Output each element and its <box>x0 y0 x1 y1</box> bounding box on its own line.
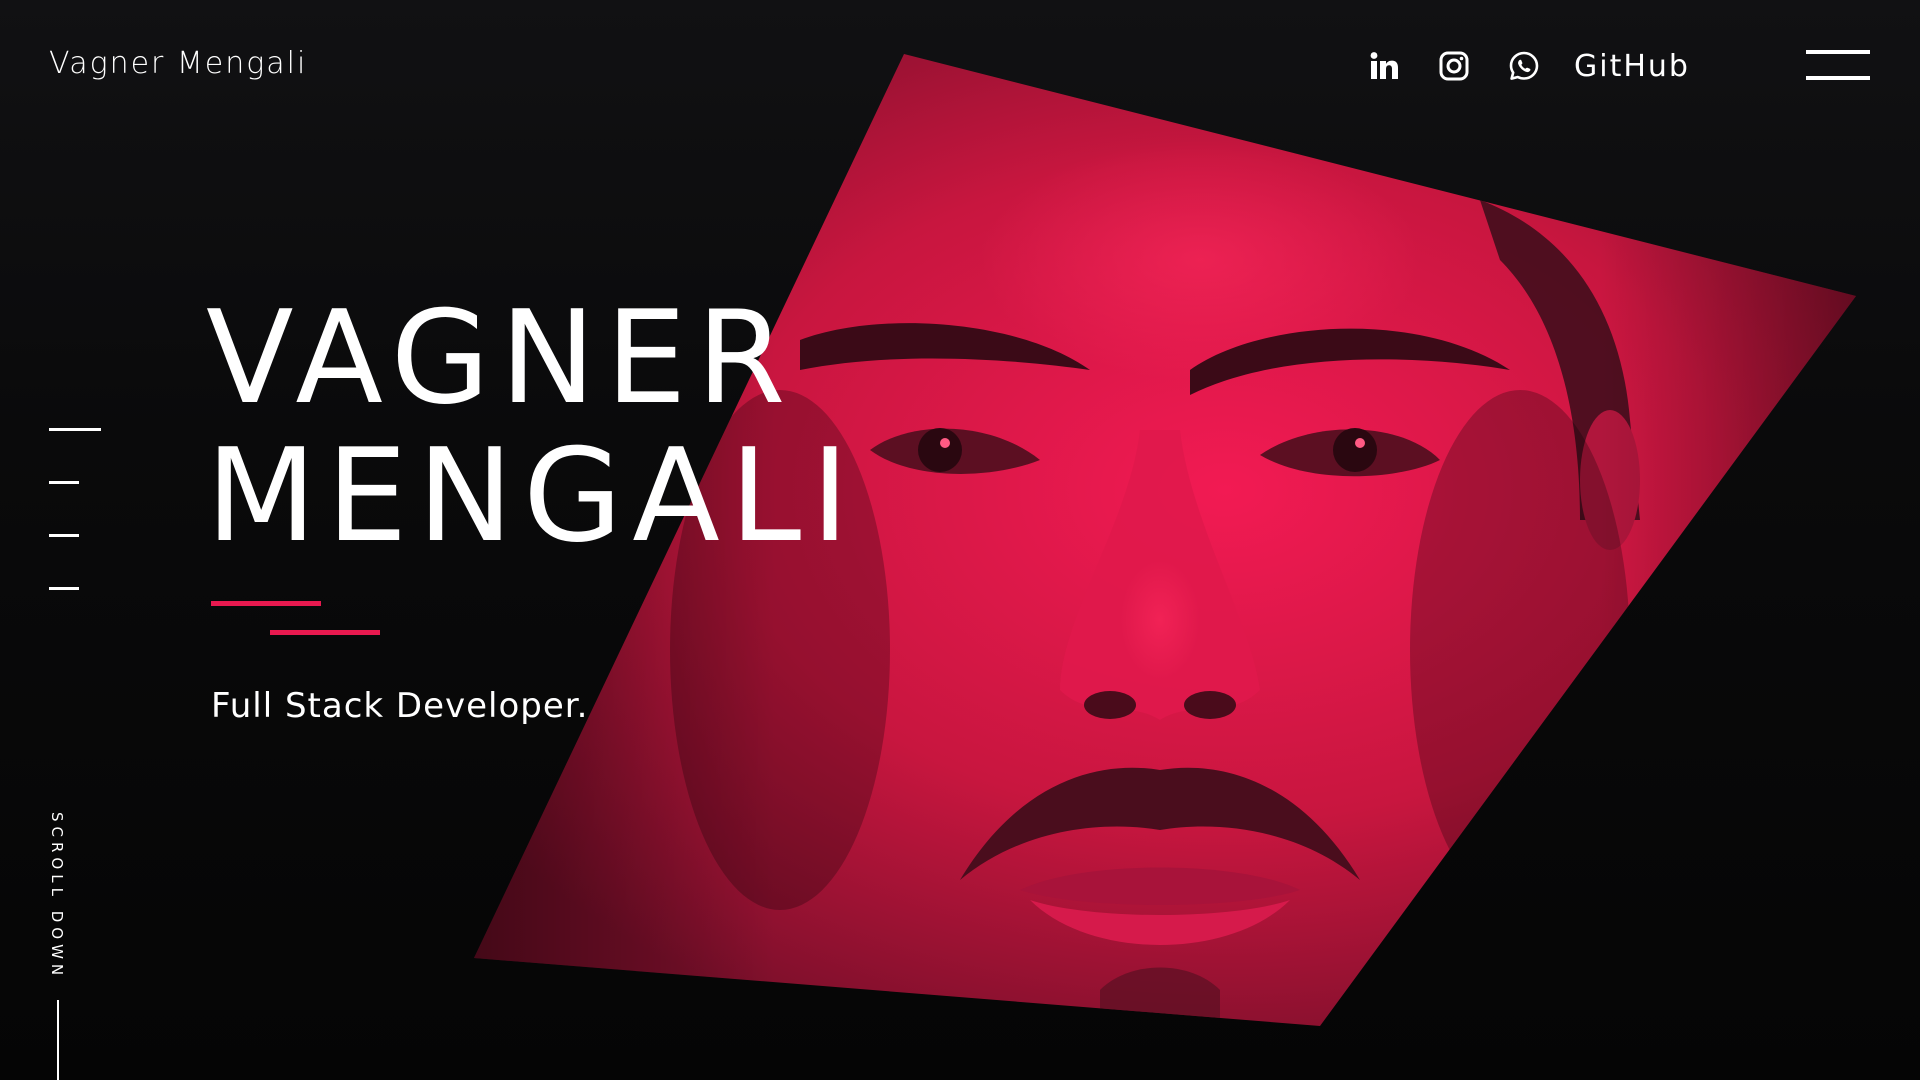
instagram-icon <box>1439 51 1469 81</box>
linkedin-link[interactable] <box>1362 44 1406 88</box>
hero-title-line-2: MENGALI <box>206 422 859 571</box>
hero-title-line-1: VAGNER <box>206 284 796 433</box>
social-nav: GitHub <box>1362 44 1690 88</box>
pager-item-2[interactable] <box>49 481 79 484</box>
pager-item-4[interactable] <box>49 587 79 590</box>
instagram-link[interactable] <box>1432 44 1476 88</box>
scroll-indicator-line <box>57 1000 59 1080</box>
brand-logo[interactable]: Vagner Mengali <box>49 46 307 81</box>
hamburger-menu-icon[interactable] <box>1806 48 1870 84</box>
menu-line <box>1806 50 1870 54</box>
scroll-down-label[interactable]: SCROLL DOWN <box>48 812 66 980</box>
hero-title: VAGNER MENGALI <box>206 290 859 566</box>
pager-item-1[interactable] <box>49 428 101 431</box>
menu-line <box>1806 76 1870 80</box>
whatsapp-link[interactable] <box>1502 44 1546 88</box>
github-link[interactable]: GitHub <box>1574 49 1690 84</box>
whatsapp-icon <box>1509 51 1539 80</box>
linkedin-icon <box>1370 52 1398 79</box>
slide-pager <box>49 428 101 640</box>
hero-subtitle: Full Stack Developer. <box>211 686 589 726</box>
hero-page: Vagner Mengali GitHub SCROLL DOWN VAGNER… <box>0 0 1920 1080</box>
accent-line <box>211 601 321 606</box>
accent-line <box>270 630 380 635</box>
pager-item-3[interactable] <box>49 534 79 537</box>
